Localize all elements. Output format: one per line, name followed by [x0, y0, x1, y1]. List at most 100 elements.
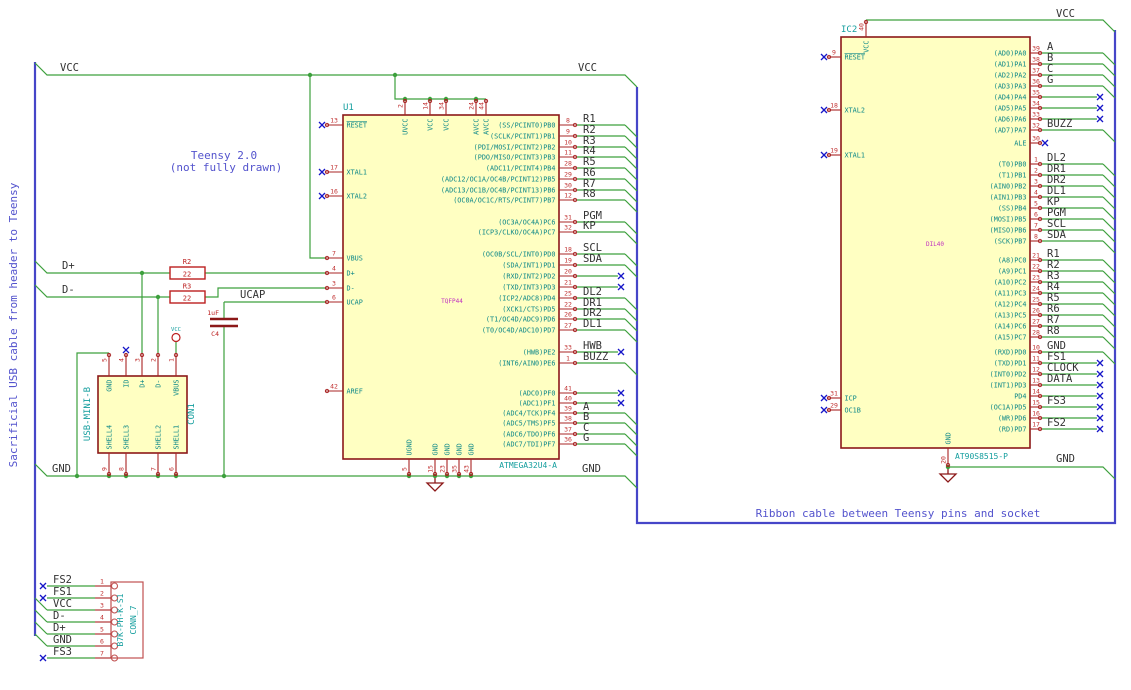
- pin-number: 32: [1032, 122, 1040, 130]
- junction-dot: [155, 294, 161, 300]
- net-label: R8: [1047, 325, 1060, 337]
- pin-number: 9: [566, 128, 570, 136]
- pin-name: SHELL1: [172, 425, 180, 450]
- schematic-canvas: VCC 13RESET17XTAL116XTAL27VBUS4D+3D-6UCA…: [0, 0, 1131, 690]
- pin-number: 9: [101, 467, 109, 471]
- pin-name: (OC3A/OC4A)PC6: [498, 218, 555, 226]
- pin-number: 15: [427, 465, 435, 473]
- pin-number: 12: [564, 192, 572, 200]
- pin-name: SHELL3: [122, 425, 130, 450]
- net-label: KP: [583, 220, 596, 232]
- pin-name: VCC: [426, 119, 434, 131]
- pin-name: (T1)PB1: [998, 171, 1027, 179]
- net-label: BUZZ: [1047, 118, 1072, 130]
- pin-name: ICP: [845, 394, 857, 402]
- pin-number: 27: [1032, 318, 1040, 326]
- pin-name: VCC: [862, 41, 870, 53]
- pin-name: (OC0B/SCL/INT0)PD0: [482, 250, 556, 258]
- net-label-vcc-right: VCC: [578, 62, 597, 74]
- pin-number: 6: [168, 467, 176, 471]
- net-label-vcc-left: VCC: [60, 62, 79, 74]
- pin-name: (AD1)PA1: [994, 60, 1027, 68]
- pin-number: 31: [830, 390, 838, 398]
- pin-number: 5: [1034, 200, 1038, 208]
- pin-number: 10: [1032, 344, 1040, 352]
- pin-name: UVCC: [401, 119, 409, 135]
- pin-number: 3: [332, 280, 336, 288]
- pin-number: 6: [1034, 211, 1038, 219]
- r3-value: 22: [183, 295, 191, 303]
- pin-name: (ADC6/TDO)PF6: [502, 430, 555, 438]
- pin-name: (ADC4/TCK)PF4: [502, 409, 555, 417]
- pin-name: D+: [138, 380, 146, 388]
- pin-number: 18: [564, 246, 572, 254]
- pin-name: GND: [443, 443, 451, 455]
- pin-number: 12: [1032, 366, 1040, 374]
- pin-number: 10: [564, 139, 572, 147]
- net-label: SDA: [583, 253, 603, 265]
- pin-name: (ADC13/OC1B/OC4B/PCINT13)PB6: [441, 186, 556, 194]
- pin-name: (HWB)PE2: [523, 348, 556, 356]
- pin-name: AVCC: [482, 119, 490, 135]
- pin-number: 19: [830, 147, 838, 155]
- pin-number: 5: [401, 467, 409, 471]
- pin-number: 7: [1034, 222, 1038, 230]
- pin-name: (RD)PD7: [998, 425, 1027, 433]
- pin-number: 7: [100, 650, 104, 658]
- pin-name: (A13)PC5: [994, 311, 1027, 319]
- pin-name: (A15)PC7: [994, 333, 1027, 341]
- junction-dot: [307, 72, 313, 78]
- pin-number: 27: [564, 322, 572, 330]
- vcc-symbol-label: VCC: [171, 327, 181, 333]
- pin-name: (SDA/INT1)PD1: [502, 261, 555, 269]
- pin-number: 20: [940, 456, 948, 464]
- pin-name: GND: [944, 432, 952, 444]
- pin-name: GND: [105, 380, 113, 392]
- pin-number: 32: [564, 224, 572, 232]
- pin-number: 13: [1032, 377, 1040, 385]
- pin-name: PD4: [1014, 392, 1026, 400]
- pin-number: 4: [332, 265, 336, 273]
- pin-number: 8: [566, 117, 570, 125]
- pin-name: (SS)PB4: [998, 204, 1027, 212]
- con1-ref: CON1: [187, 403, 197, 425]
- pin-number: 4: [1034, 189, 1038, 197]
- pin-name: OC1B: [845, 406, 861, 414]
- net-label: FS1: [53, 586, 72, 598]
- pin-name: (XCK1/CTS)PD5: [502, 305, 555, 313]
- r3-ref: R3: [183, 283, 191, 291]
- pin-number: 30: [1032, 135, 1040, 143]
- pin-number: 37: [1032, 67, 1040, 75]
- pin-number: 24: [468, 102, 476, 110]
- pin-number: 5: [100, 626, 104, 634]
- pin-name: SHELL4: [105, 425, 113, 450]
- u1-value: ATMEGA32U4-A: [499, 461, 557, 470]
- net-label: SDA: [1047, 229, 1067, 241]
- pin-name: (RXD)PD0: [994, 348, 1027, 356]
- pin-number: 17: [1032, 421, 1040, 429]
- pin-name: (AD7)PA7: [994, 126, 1027, 134]
- net-label: FS3: [53, 646, 72, 658]
- pin-number: 8: [1034, 233, 1038, 241]
- pin-name: (ICP2/ADC8)PD4: [498, 294, 555, 302]
- net-label: R8: [583, 188, 596, 200]
- pin-number: 15: [1032, 399, 1040, 407]
- pin-name: (AD4)PA4: [994, 93, 1027, 101]
- pin-number: 17: [330, 164, 338, 172]
- pin-number: 16: [330, 188, 338, 196]
- note-sacrificial-usb: Sacrificial USB cable from header to Tee…: [7, 182, 20, 467]
- pin-name: D+: [347, 269, 355, 277]
- c4-ref: C4: [211, 330, 219, 338]
- net-label: D+: [53, 622, 66, 634]
- pin-name: (INT0)PD2: [990, 370, 1027, 378]
- junction-dot: [74, 473, 80, 479]
- pin-number: 2: [1034, 167, 1038, 175]
- pin-name: (AD6)PA6: [994, 115, 1027, 123]
- pin-number: 20: [564, 268, 572, 276]
- pin-name: (SS/PCINT0)PB0: [498, 121, 555, 129]
- net-label: DL1: [583, 318, 602, 330]
- net-label: G: [583, 432, 589, 444]
- pin-name: ALE: [1014, 139, 1026, 147]
- r2-value: 22: [183, 271, 191, 279]
- pin-number: 22: [564, 301, 572, 309]
